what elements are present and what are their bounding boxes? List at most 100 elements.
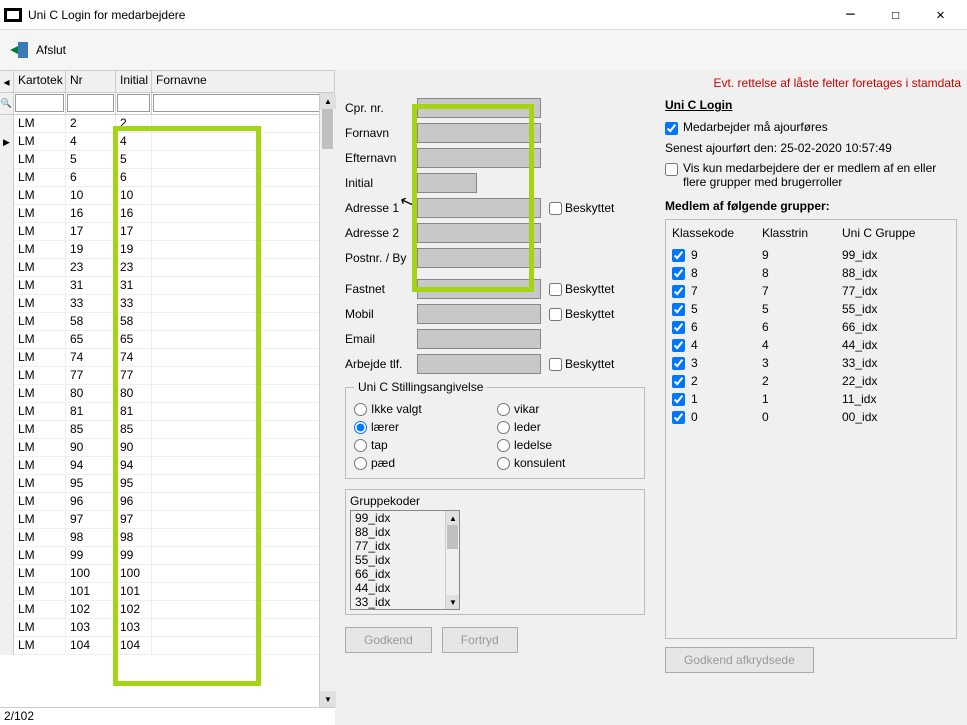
chk-ajourfoeres[interactable]	[665, 122, 678, 135]
gk-scroll-thumb[interactable]	[447, 525, 458, 549]
table-row[interactable]: LM9494	[0, 457, 335, 475]
table-row[interactable]: LM55	[0, 151, 335, 169]
table-row[interactable]: LM3333	[0, 295, 335, 313]
table-row[interactable]: LM8080	[0, 385, 335, 403]
table-row[interactable]: LM22	[0, 115, 335, 133]
filter-fornavne[interactable]	[153, 94, 333, 112]
input-adresse2[interactable]	[417, 223, 541, 243]
table-row[interactable]: LM100100	[0, 565, 335, 583]
chk-mobil-beskyttet[interactable]	[549, 308, 562, 321]
table-row[interactable]: LM9090	[0, 439, 335, 457]
table-row[interactable]: LM1919	[0, 241, 335, 259]
grid-body[interactable]: LM22LM44LM55LM66LM1010LM1616LM1717LM1919…	[0, 115, 335, 707]
filter-initial[interactable]	[117, 94, 150, 112]
chk-fastnet-beskyttet[interactable]	[549, 283, 562, 296]
godkend-button[interactable]: Godkend	[345, 627, 432, 653]
input-email[interactable]	[417, 329, 541, 349]
input-adresse1[interactable]	[417, 198, 541, 218]
table-row[interactable]: LM9898	[0, 529, 335, 547]
table-row[interactable]: LM6565	[0, 331, 335, 349]
group-checkbox[interactable]	[672, 393, 685, 406]
table-row[interactable]: LM103103	[0, 619, 335, 637]
gk-scroll-up-icon[interactable]: ▲	[446, 511, 460, 525]
filter-nr[interactable]	[67, 94, 114, 112]
col-initial[interactable]: Initial	[116, 71, 152, 92]
group-checkbox[interactable]	[672, 267, 685, 280]
table-row[interactable]: LM7777	[0, 367, 335, 385]
filter-kartotek[interactable]	[15, 94, 64, 112]
input-cpr[interactable]	[417, 98, 541, 118]
godkend-afkrydsede-button[interactable]: Godkend afkrydsede	[665, 647, 814, 673]
table-row[interactable]: LM5858	[0, 313, 335, 331]
table-row[interactable]: LM8181	[0, 403, 335, 421]
gk-scrollbar[interactable]: ▲ ▼	[445, 511, 459, 609]
gruppekode-item[interactable]: 99_idx	[351, 511, 459, 525]
exit-button[interactable]: Afslut	[8, 38, 66, 62]
radio-ledelse[interactable]: ledelse	[497, 438, 636, 452]
fortryd-button[interactable]: Fortryd	[442, 627, 518, 653]
col-fornavne[interactable]: Fornavne	[152, 71, 335, 92]
scroll-down-icon[interactable]: ▼	[320, 691, 336, 707]
table-row[interactable]: LM7474	[0, 349, 335, 367]
row-selector-header[interactable]: ◂	[0, 71, 14, 92]
group-checkbox[interactable]	[672, 303, 685, 316]
gruppekode-item[interactable]: 55_idx	[351, 553, 459, 567]
radio-vikar[interactable]: vikar	[497, 402, 636, 416]
gk-scroll-down-icon[interactable]: ▼	[446, 595, 460, 609]
input-initial[interactable]	[417, 173, 477, 193]
group-checkbox[interactable]	[672, 411, 685, 424]
gruppekode-item[interactable]: 33_idx	[351, 595, 459, 609]
group-checkbox[interactable]	[672, 249, 685, 262]
table-row[interactable]: LM2323	[0, 259, 335, 277]
maximize-button[interactable]: ☐	[873, 1, 918, 29]
group-checkbox[interactable]	[672, 285, 685, 298]
table-row[interactable]: LM102102	[0, 601, 335, 619]
table-row[interactable]: LM9797	[0, 511, 335, 529]
input-fornavn[interactable]	[417, 123, 541, 143]
group-checkbox[interactable]	[672, 321, 685, 334]
chk-arbejde-beskyttet[interactable]	[549, 358, 562, 371]
col-nr[interactable]: Nr	[66, 71, 116, 92]
radio-paed[interactable]: pæd	[354, 456, 493, 470]
group-checkbox[interactable]	[672, 357, 685, 370]
gruppekode-item[interactable]: 77_idx	[351, 539, 459, 553]
scroll-thumb[interactable]	[322, 109, 333, 149]
minimize-button[interactable]: ─	[828, 1, 873, 29]
input-arbejde[interactable]	[417, 354, 541, 374]
scroll-up-icon[interactable]: ▲	[320, 93, 336, 109]
radio-leder[interactable]: leder	[497, 420, 636, 434]
input-fastnet[interactable]	[417, 279, 541, 299]
close-button[interactable]: ✕	[918, 1, 963, 29]
table-row[interactable]: LM9696	[0, 493, 335, 511]
radio-ikke-valgt[interactable]: Ikke valgt	[354, 402, 493, 416]
table-row[interactable]: LM3131	[0, 277, 335, 295]
input-efternavn[interactable]	[417, 148, 541, 168]
input-postnr[interactable]	[417, 248, 541, 268]
table-row[interactable]: LM9999	[0, 547, 335, 565]
cell-initial: 95	[116, 475, 152, 492]
table-row[interactable]: LM8585	[0, 421, 335, 439]
table-row[interactable]: LM1616	[0, 205, 335, 223]
table-row[interactable]: LM44	[0, 133, 335, 151]
table-row[interactable]: LM1717	[0, 223, 335, 241]
gruppekode-item[interactable]: 66_idx	[351, 567, 459, 581]
col-kartotek[interactable]: Kartotek	[14, 71, 66, 92]
grid-scrollbar-v[interactable]: ▲ ▼	[319, 93, 335, 707]
cell-nr: 80	[66, 385, 116, 402]
table-row[interactable]: LM9595	[0, 475, 335, 493]
table-row[interactable]: LM1010	[0, 187, 335, 205]
radio-konsulent[interactable]: konsulent	[497, 456, 636, 470]
gruppekoder-list[interactable]: 99_idx88_idx77_idx55_idx66_idx44_idx33_i…	[350, 510, 460, 610]
gruppekode-item[interactable]: 88_idx	[351, 525, 459, 539]
group-checkbox[interactable]	[672, 339, 685, 352]
group-checkbox[interactable]	[672, 375, 685, 388]
radio-tap[interactable]: tap	[354, 438, 493, 452]
chk-adr1-beskyttet[interactable]	[549, 202, 562, 215]
radio-laerer[interactable]: lærer	[354, 420, 493, 434]
table-row[interactable]: LM66	[0, 169, 335, 187]
chk-vis-kun[interactable]	[665, 163, 678, 176]
table-row[interactable]: LM101101	[0, 583, 335, 601]
table-row[interactable]: LM104104	[0, 637, 335, 655]
input-mobil[interactable]	[417, 304, 541, 324]
gruppekode-item[interactable]: 44_idx	[351, 581, 459, 595]
